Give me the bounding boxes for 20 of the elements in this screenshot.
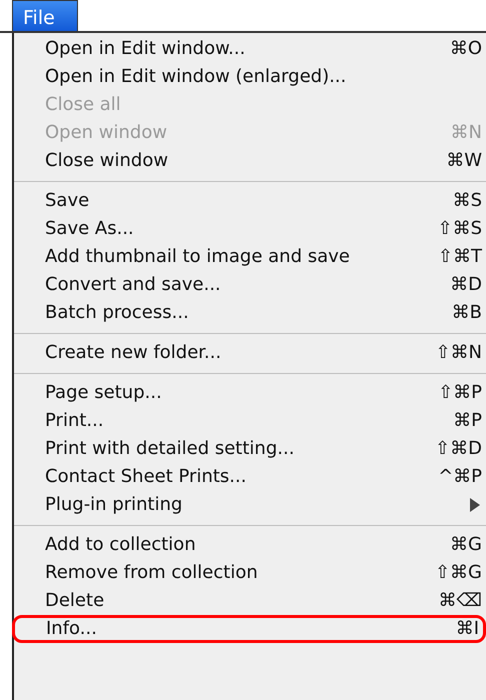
menu-item[interactable]: Batch process... ⌘B bbox=[14, 299, 486, 327]
menu-item[interactable]: Convert and save... ⌘D bbox=[14, 271, 486, 299]
menu-item[interactable]: Open in Edit window... ⌘O bbox=[14, 35, 486, 63]
menu-item[interactable]: Create new folder... ⇧⌘N bbox=[14, 339, 486, 367]
menu-item[interactable]: Add to collection ⌘G bbox=[14, 531, 486, 559]
menu-item[interactable]: Remove from collection ⇧⌘G bbox=[14, 559, 486, 587]
menu-item[interactable]: Close window ⌘W bbox=[14, 147, 486, 175]
menu-item[interactable]: Contact Sheet Prints... ^⌘P bbox=[14, 463, 486, 491]
menu-item[interactable]: Plug-in printing bbox=[14, 491, 486, 519]
menu-item[interactable]: Save As... ⇧⌘S bbox=[14, 215, 486, 243]
menu-item[interactable]: Info... ⌘I bbox=[12, 615, 486, 643]
menu-item[interactable]: Open in Edit window (enlarged)... bbox=[14, 63, 486, 91]
submenu-arrow-icon bbox=[470, 498, 480, 512]
menu-item[interactable]: Add thumbnail to image and save ⇧⌘T bbox=[14, 243, 486, 271]
menu-title[interactable]: File bbox=[12, 0, 78, 31]
menu-item[interactable]: Print with detailed setting... ⇧⌘D bbox=[14, 435, 486, 463]
menu-item[interactable]: Page setup... ⇧⌘P bbox=[14, 379, 486, 407]
menu-item[interactable]: Print... ⌘P bbox=[14, 407, 486, 435]
menu-item[interactable]: Delete ⌘⌫ bbox=[14, 587, 486, 615]
menu-item[interactable]: Save ⌘S bbox=[14, 187, 486, 215]
